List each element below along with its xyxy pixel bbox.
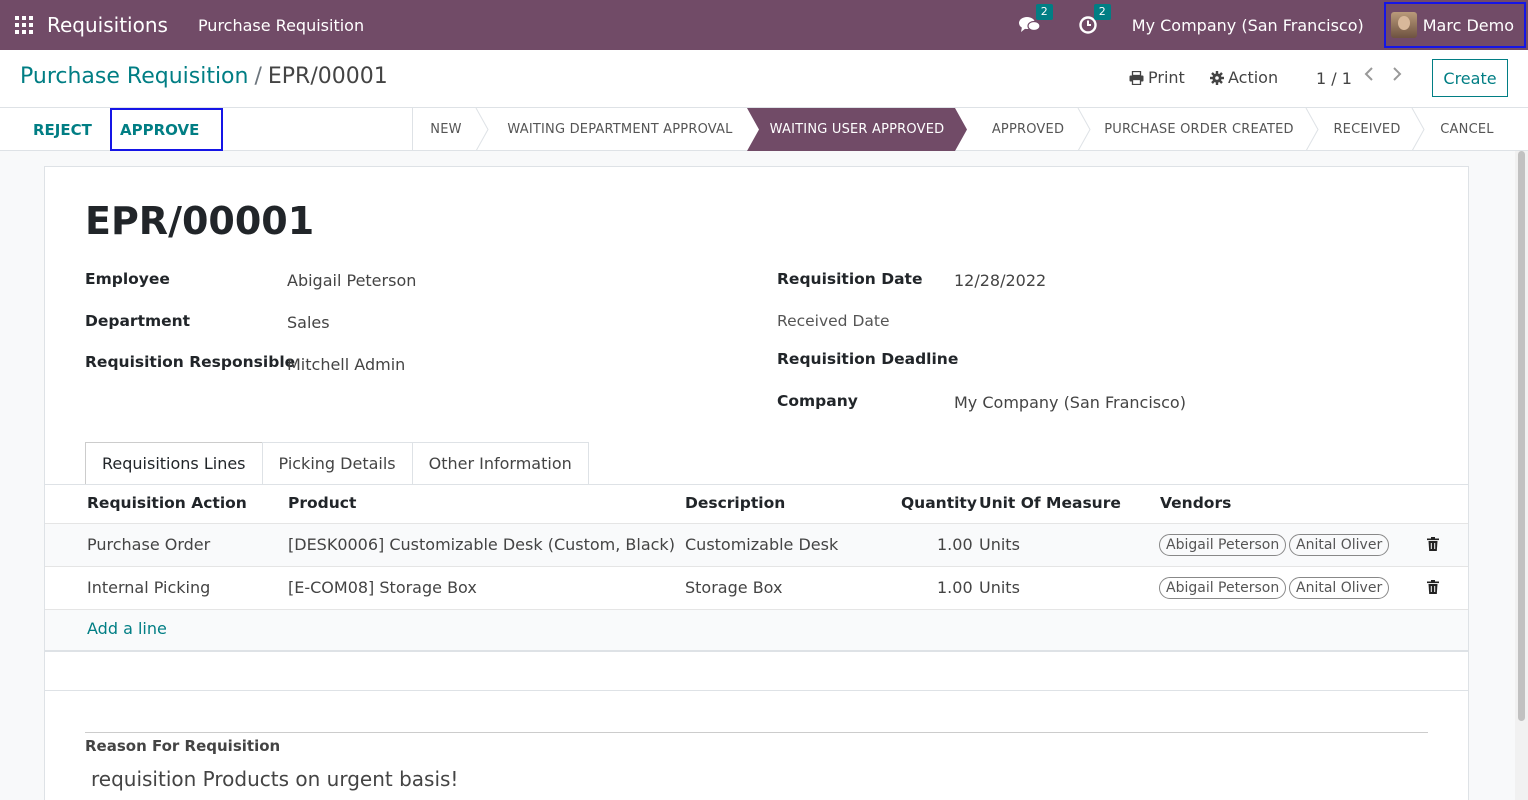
- print-icon: [1129, 70, 1144, 85]
- messages-badge: 2: [1035, 4, 1053, 20]
- table-bottom-border: [45, 650, 1468, 652]
- col-unit-of-measure[interactable]: Unit Of Measure: [979, 494, 1121, 512]
- requisition-date-field[interactable]: 12/28/2022: [954, 271, 1046, 290]
- vendor-tag[interactable]: Anital Oliver: [1289, 577, 1390, 599]
- stage-waiting-user-approved[interactable]: WAITING USER APPROVED: [747, 108, 967, 151]
- stage-waiting-department-approval[interactable]: WAITING DEPARTMENT APPROVAL: [489, 108, 751, 151]
- pager-next-icon[interactable]: [1392, 66, 1402, 85]
- print-label: Print: [1148, 68, 1185, 87]
- requisition-deadline-label: Requisition Deadline: [777, 350, 959, 368]
- user-menu[interactable]: Marc Demo: [1383, 2, 1526, 48]
- employee-field[interactable]: Abigail Peterson: [287, 271, 416, 290]
- app-name[interactable]: Requisitions: [47, 13, 168, 37]
- gear-icon: [1210, 70, 1224, 85]
- breadcrumb-separator: /: [254, 64, 262, 89]
- menu-purchase-requisition[interactable]: Purchase Requisition: [198, 16, 364, 35]
- reject-button[interactable]: REJECT: [33, 108, 92, 151]
- notebook-tabs: Requisitions Lines Picking Details Other…: [85, 442, 589, 484]
- stage-chevron: [475, 108, 489, 151]
- department-label: Department: [85, 312, 191, 330]
- received-date-label: Received Date: [777, 312, 890, 330]
- company-field[interactable]: My Company (San Francisco): [954, 393, 1186, 412]
- table-divider: [45, 566, 1468, 567]
- row1-action[interactable]: Purchase Order: [87, 535, 210, 554]
- stage-chevron: [1077, 108, 1091, 151]
- activities-clock-icon[interactable]: 2: [1076, 4, 1111, 37]
- section-divider: [45, 690, 1468, 691]
- stage-purchase-order-created[interactable]: PURCHASE ORDER CREATED: [1091, 108, 1307, 151]
- reason-divider: [85, 732, 1428, 733]
- col-vendors[interactable]: Vendors: [1160, 494, 1231, 512]
- stage-cancel[interactable]: CANCEL: [1425, 108, 1509, 151]
- tab-divider: [45, 484, 1468, 485]
- vendor-tag[interactable]: Abigail Peterson: [1159, 577, 1287, 599]
- add-a-line-link[interactable]: Add a line: [87, 619, 167, 638]
- row1-quantity[interactable]: 1.00: [937, 535, 973, 554]
- breadcrumb-parent[interactable]: Purchase Requisition: [20, 64, 248, 89]
- row2-product[interactable]: [E-COM08] Storage Box: [288, 578, 477, 597]
- create-button[interactable]: Create: [1432, 59, 1508, 97]
- control-panel: Purchase Requisition / EPR/00001 Print Act…: [0, 50, 1528, 108]
- row1-product[interactable]: [DESK0006] Customizable Desk (Custom, Bl…: [288, 535, 675, 554]
- action-label: Action: [1228, 68, 1279, 87]
- stage-received[interactable]: RECEIVED: [1319, 108, 1415, 151]
- user-name: Marc Demo: [1422, 15, 1514, 35]
- stage-chevron: [1305, 108, 1319, 151]
- company-switcher[interactable]: My Company (San Francisco): [1132, 16, 1364, 35]
- vendor-tag[interactable]: Anital Oliver: [1289, 534, 1390, 556]
- breadcrumb: Purchase Requisition / EPR/00001: [20, 64, 388, 89]
- requisition-date-label: Requisition Date: [777, 270, 923, 288]
- col-requisition-action[interactable]: Requisition Action: [87, 494, 247, 512]
- row2-uom[interactable]: Units: [979, 578, 1020, 597]
- stage-new[interactable]: NEW: [413, 108, 479, 151]
- tab-requisitions-lines[interactable]: Requisitions Lines: [85, 442, 263, 484]
- record-title: EPR/00001: [85, 199, 315, 243]
- pager-previous-icon[interactable]: [1364, 66, 1374, 85]
- stage-pipeline: NEW WAITING DEPARTMENT APPROVAL WAITING …: [412, 108, 1494, 151]
- reason-field[interactable]: requisition Products on urgent basis!: [91, 767, 458, 791]
- row2-quantity[interactable]: 1.00: [937, 578, 973, 597]
- col-description[interactable]: Description: [685, 494, 785, 512]
- pager-value[interactable]: 1 / 1: [1316, 69, 1352, 88]
- top-navbar: Requisitions Purchase Requisition 2 2 My…: [0, 0, 1528, 50]
- row2-action[interactable]: Internal Picking: [87, 578, 210, 597]
- company-label: Company: [777, 392, 858, 410]
- messages-icon[interactable]: 2: [1018, 4, 1053, 37]
- avatar: [1390, 12, 1417, 38]
- approve-button[interactable]: APPROVE: [110, 108, 223, 151]
- add-line-row: [45, 610, 1468, 650]
- trash-icon[interactable]: [1427, 537, 1439, 551]
- action-button[interactable]: Action: [1210, 68, 1278, 87]
- reason-label: Reason For Requisition: [85, 737, 281, 755]
- scrollbar[interactable]: [1515, 151, 1528, 800]
- row1-description[interactable]: Customizable Desk: [685, 535, 838, 554]
- responsible-field[interactable]: Mitchell Admin: [287, 355, 405, 374]
- breadcrumb-current: EPR/00001: [267, 64, 388, 89]
- activities-badge: 2: [1093, 4, 1111, 20]
- vendor-tag[interactable]: Abigail Peterson: [1159, 534, 1287, 556]
- tab-other-information[interactable]: Other Information: [411, 442, 589, 484]
- status-bar: REJECT APPROVE NEW WAITING DEPARTMENT AP…: [0, 108, 1528, 151]
- col-quantity[interactable]: Quantity: [901, 494, 977, 512]
- department-field[interactable]: Sales: [287, 313, 330, 332]
- col-product[interactable]: Product: [288, 494, 356, 512]
- apps-menu-icon[interactable]: [15, 16, 33, 34]
- stage-chevron: [1411, 108, 1425, 151]
- print-button[interactable]: Print: [1129, 68, 1185, 87]
- tab-picking-details[interactable]: Picking Details: [261, 442, 413, 484]
- stage-approved[interactable]: APPROVED: [971, 108, 1085, 151]
- employee-label: Employee: [85, 270, 170, 288]
- responsible-label: Requisition Responsible: [85, 353, 296, 371]
- row1-uom[interactable]: Units: [979, 535, 1020, 554]
- form-sheet: EPR/00001 Employee Abigail Peterson Depa…: [44, 166, 1469, 800]
- row2-description[interactable]: Storage Box: [685, 578, 782, 597]
- trash-icon[interactable]: [1427, 580, 1439, 594]
